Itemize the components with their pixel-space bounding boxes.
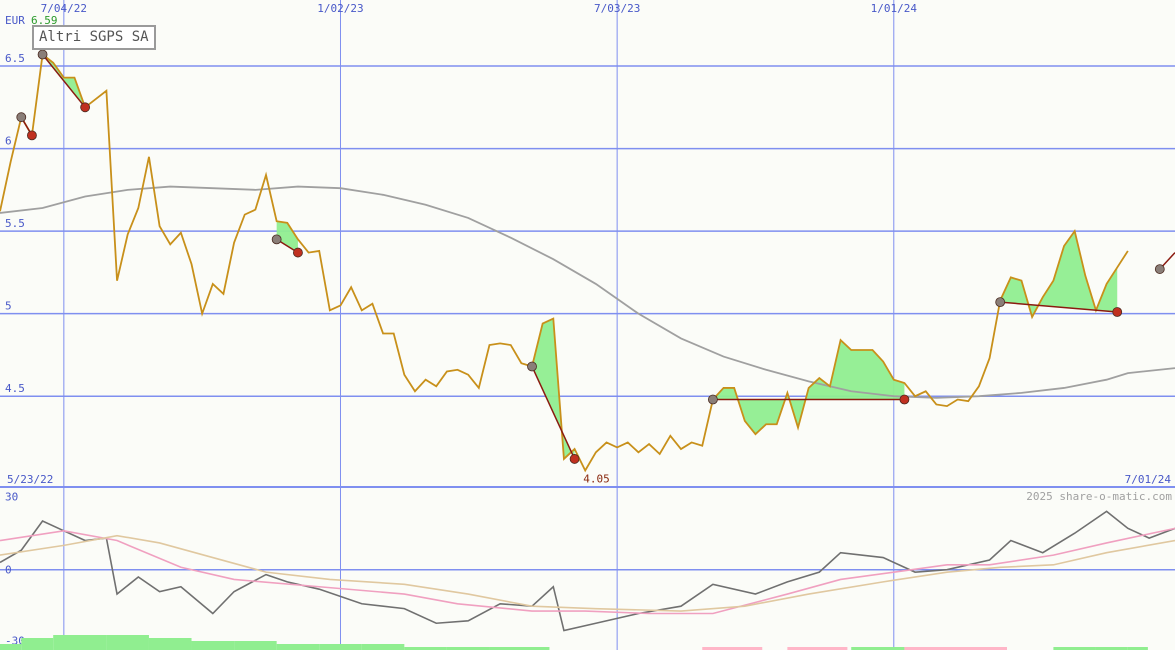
chart-root: 6.5 6 5.5 5 4.5 7/04/22 1/02/23 7/03/23 1/01/24 3… [0,0,1175,650]
volume-bar [106,635,149,650]
x-tick-label: 7/03/23 [594,2,640,15]
pivot-low-marker [293,247,303,258]
y-tick-label: 6 [5,135,12,148]
watermark-label: 2025 share-o-matic.com [1026,490,1172,503]
pivot-low-marker [80,102,91,113]
osc-tick-label: 30 [5,491,18,504]
up-down-fills [21,54,1118,459]
y-tick-label: 6.5 [5,52,25,65]
oscillator-layer [0,510,1175,632]
moving-average-line [0,185,1175,399]
x-tick-label: 1/02/23 [317,2,363,15]
volume-bar [276,644,320,650]
volume-layer [0,635,1148,650]
min-value-label: 4.05 [583,472,610,485]
oscillator-dark-line [0,510,1175,632]
volume-bar [361,644,405,650]
pivot-markers: 4.05 [16,49,1165,485]
volume-bar [53,635,107,650]
y-tick-label: 5.5 [5,217,25,230]
chart-title: Altri SGPS SA [39,29,149,45]
currency-label: EUR [5,14,25,27]
moving-average-layer [0,185,1175,399]
start-date-label: 5/23/22 [7,473,53,486]
pivot-high-marker [1154,264,1165,274]
pivot-high-marker [37,49,48,60]
volume-bar [191,641,235,650]
osc-tick-label: 0 [5,564,12,577]
chart-title-box: Altri SGPS SA [32,25,156,50]
pivot-high-marker [271,234,282,245]
end-date-label: 7/01/24 [1125,473,1172,486]
price-line [0,52,1129,473]
volume-bar [148,638,192,650]
pivot-high-marker [16,112,27,123]
pivot-low-marker [569,454,580,464]
pivot-high-marker [527,361,537,372]
volume-bar [319,644,362,650]
oscillator-tan-line [0,534,1175,612]
chart-labels: EUR 6.59 5/23/22 7/01/24 2025 share-o-ma… [5,14,1172,503]
pivot-low-marker [1112,307,1123,317]
pivot-low-marker [899,394,910,405]
pivot-high-marker [995,297,1006,308]
chart-canvas: 6.565.554.57/04/22 1/02/23 7/03/23 1/01/243… [0,0,1175,650]
volume-bar [0,644,22,650]
pivot-low-marker [27,130,37,141]
trend-segments [20,54,1175,460]
pivot-high-marker [708,394,718,405]
volume-bar [234,641,277,650]
y-tick-label: 5 [5,300,12,313]
price-layer [0,52,1129,473]
x-tick-label: 1/01/24 [871,2,918,15]
oscillator-pink-line [0,527,1175,615]
volume-bar [21,638,54,650]
y-tick-label: 4.5 [5,382,25,395]
